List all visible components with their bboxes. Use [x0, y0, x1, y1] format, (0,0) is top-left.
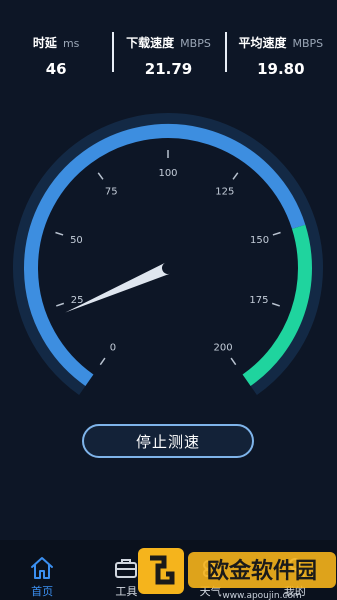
tab-home-label: 首页 [31, 585, 54, 598]
speed-gauge: 0 25 50 75 100 125 150 175 200 [13, 113, 323, 395]
latency-value: 46 [45, 60, 67, 78]
download-speed-unit: MBPS [180, 37, 211, 50]
gauge-tick [271, 302, 280, 307]
stop-test-button[interactable]: 停止测速 [82, 424, 254, 458]
download-speed-label: 下载速度 [126, 36, 175, 50]
toolbox-icon [115, 559, 138, 578]
tab-home[interactable]: 首页 [0, 540, 84, 600]
gauge-tick-label: 100 [158, 168, 177, 179]
gauge-needle [65, 262, 171, 313]
gauge-tick [232, 172, 239, 180]
gauge-tick [55, 231, 64, 236]
average-speed-stat: 平均速度 MBPS 19.80 [224, 0, 337, 80]
gauge-glow-arc [13, 113, 323, 395]
download-speed-stat: 下载速度 MBPS 21.79 [112, 0, 224, 80]
watermark-title: 欧金软件园 [207, 558, 317, 584]
watermark-url: www.apoujin.com [222, 591, 301, 600]
download-speed-value: 21.79 [144, 60, 193, 78]
average-speed-unit: MBPS [292, 37, 324, 50]
average-speed-label: 平均速度 [238, 36, 287, 50]
gauge-tick-label: 25 [71, 295, 84, 306]
gauge-tick [99, 357, 106, 366]
home-icon [31, 557, 54, 579]
gauge-tick-label: 125 [215, 187, 234, 198]
average-speed-value: 19.80 [257, 60, 305, 78]
gauge-tick-label: 75 [105, 187, 118, 198]
latency-label: 时延 [32, 36, 57, 50]
latency-stat: 时延 ms 46 [0, 0, 112, 80]
gauge-tick-label: 175 [249, 295, 268, 306]
gauge-tick-label: 50 [70, 235, 83, 246]
tab-tools-label: 工具 [115, 585, 138, 598]
gauge-tick [56, 302, 65, 307]
latency-unit: ms [62, 37, 80, 50]
gauge-tick-label: 150 [250, 235, 269, 246]
gauge-tick [230, 357, 237, 366]
gauge-tick-label: 0 [110, 343, 116, 354]
gauge-tick-label: 200 [214, 343, 233, 354]
gauge-tick [97, 172, 104, 180]
stats-header: 时延 ms 46 下载速度 MBPS 21.79 平均速度 MBPS 19.80 [0, 0, 337, 80]
gauge-tick [272, 231, 281, 236]
watermark-logo: 欧金软件园 www.apoujin.com [138, 548, 336, 600]
